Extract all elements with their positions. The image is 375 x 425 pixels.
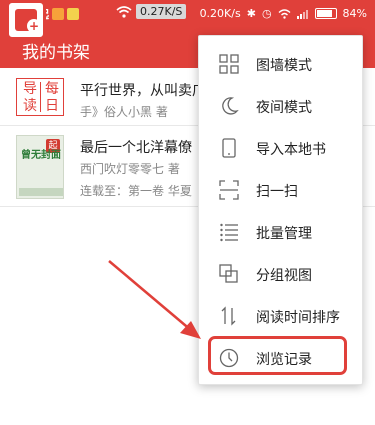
menu-item-import-local[interactable]: 导入本地书 [199, 128, 364, 168]
right-speed: 0.20K/s [199, 7, 241, 20]
menu-item-scan[interactable]: 扫一扫 [199, 170, 364, 210]
phone-icon [222, 138, 236, 158]
daily-guide-badge: 导读 每日 [16, 78, 64, 116]
bluetooth-icon: ✱ [246, 7, 256, 20]
book-cover[interactable]: 起 曾无封面 [16, 135, 64, 199]
book-meta: 手》俗人小黑 著 [80, 105, 168, 119]
cover-text: 曾无封面 [21, 150, 61, 161]
menu-label: 阅读时间排序 [256, 310, 340, 326]
list-icon [220, 223, 238, 242]
menu-item-grid-mode[interactable]: 图墙模式 [199, 44, 364, 84]
message-icon [67, 8, 79, 20]
status-right: 0.20K/s ✱ ◷ 84% [200, 7, 367, 20]
menu-label: 导入本地书 [256, 142, 326, 158]
menu-label: 分组视图 [256, 268, 312, 284]
menu-label: 图墙模式 [256, 58, 312, 74]
book-title: 最后一个北洋幕僚 [80, 140, 192, 156]
menu-label: 批量管理 [256, 226, 312, 242]
cell-signal-icon [296, 9, 308, 19]
book-progress: 连载至：第一卷 华夏 [80, 184, 192, 198]
book-author: 西门吹灯零零七 著 [80, 162, 180, 176]
battery-percent: 84% [342, 7, 367, 20]
net-speed-area: 0.27K/S [116, 4, 187, 19]
scan-icon [219, 180, 239, 200]
alarm-icon: ◷ [261, 7, 272, 20]
menu-item-batch-manage[interactable]: 批量管理 [199, 212, 364, 252]
battery-icon [314, 8, 337, 19]
wifi-icon [116, 5, 132, 18]
menu-label: 夜间模式 [256, 100, 312, 116]
moon-icon [222, 97, 239, 115]
add-icon: + [27, 19, 41, 33]
badge-char-2: 每日 [45, 81, 59, 114]
app-screen: 起 0.27K/S 0.20K/s ✱ ◷ [0, 0, 375, 425]
group-icon [219, 264, 238, 283]
sort-icon [221, 306, 236, 326]
notify-icon [52, 8, 64, 20]
menu-item-sort-by-time[interactable]: 阅读时间排序 [199, 296, 364, 336]
status-bar: 起 0.27K/S 0.20K/s ✱ ◷ [0, 0, 375, 30]
net-speed: 0.27K/S [136, 4, 187, 19]
app-logo: + [6, 0, 46, 40]
badge-divider [40, 82, 41, 112]
cover-footer [19, 188, 63, 196]
highlight-box [208, 336, 347, 375]
menu-item-group-view[interactable]: 分组视图 [199, 254, 364, 294]
grid-icon [219, 54, 239, 74]
badge-char-1: 导读 [23, 81, 37, 114]
menu-label: 扫一扫 [256, 184, 298, 200]
battery-fill [316, 10, 332, 17]
wifi-signal-icon [278, 8, 291, 19]
book-title: 平行世界，从叫卖广 [80, 83, 206, 99]
page-title: 我的书架 [22, 43, 90, 63]
overflow-menu: 图墙模式 夜间模式 导入本地书 扫一扫 批量管理 分组视图 阅读时间排序 浏览记… [198, 35, 363, 385]
menu-item-night-mode[interactable]: 夜间模式 [199, 86, 364, 126]
